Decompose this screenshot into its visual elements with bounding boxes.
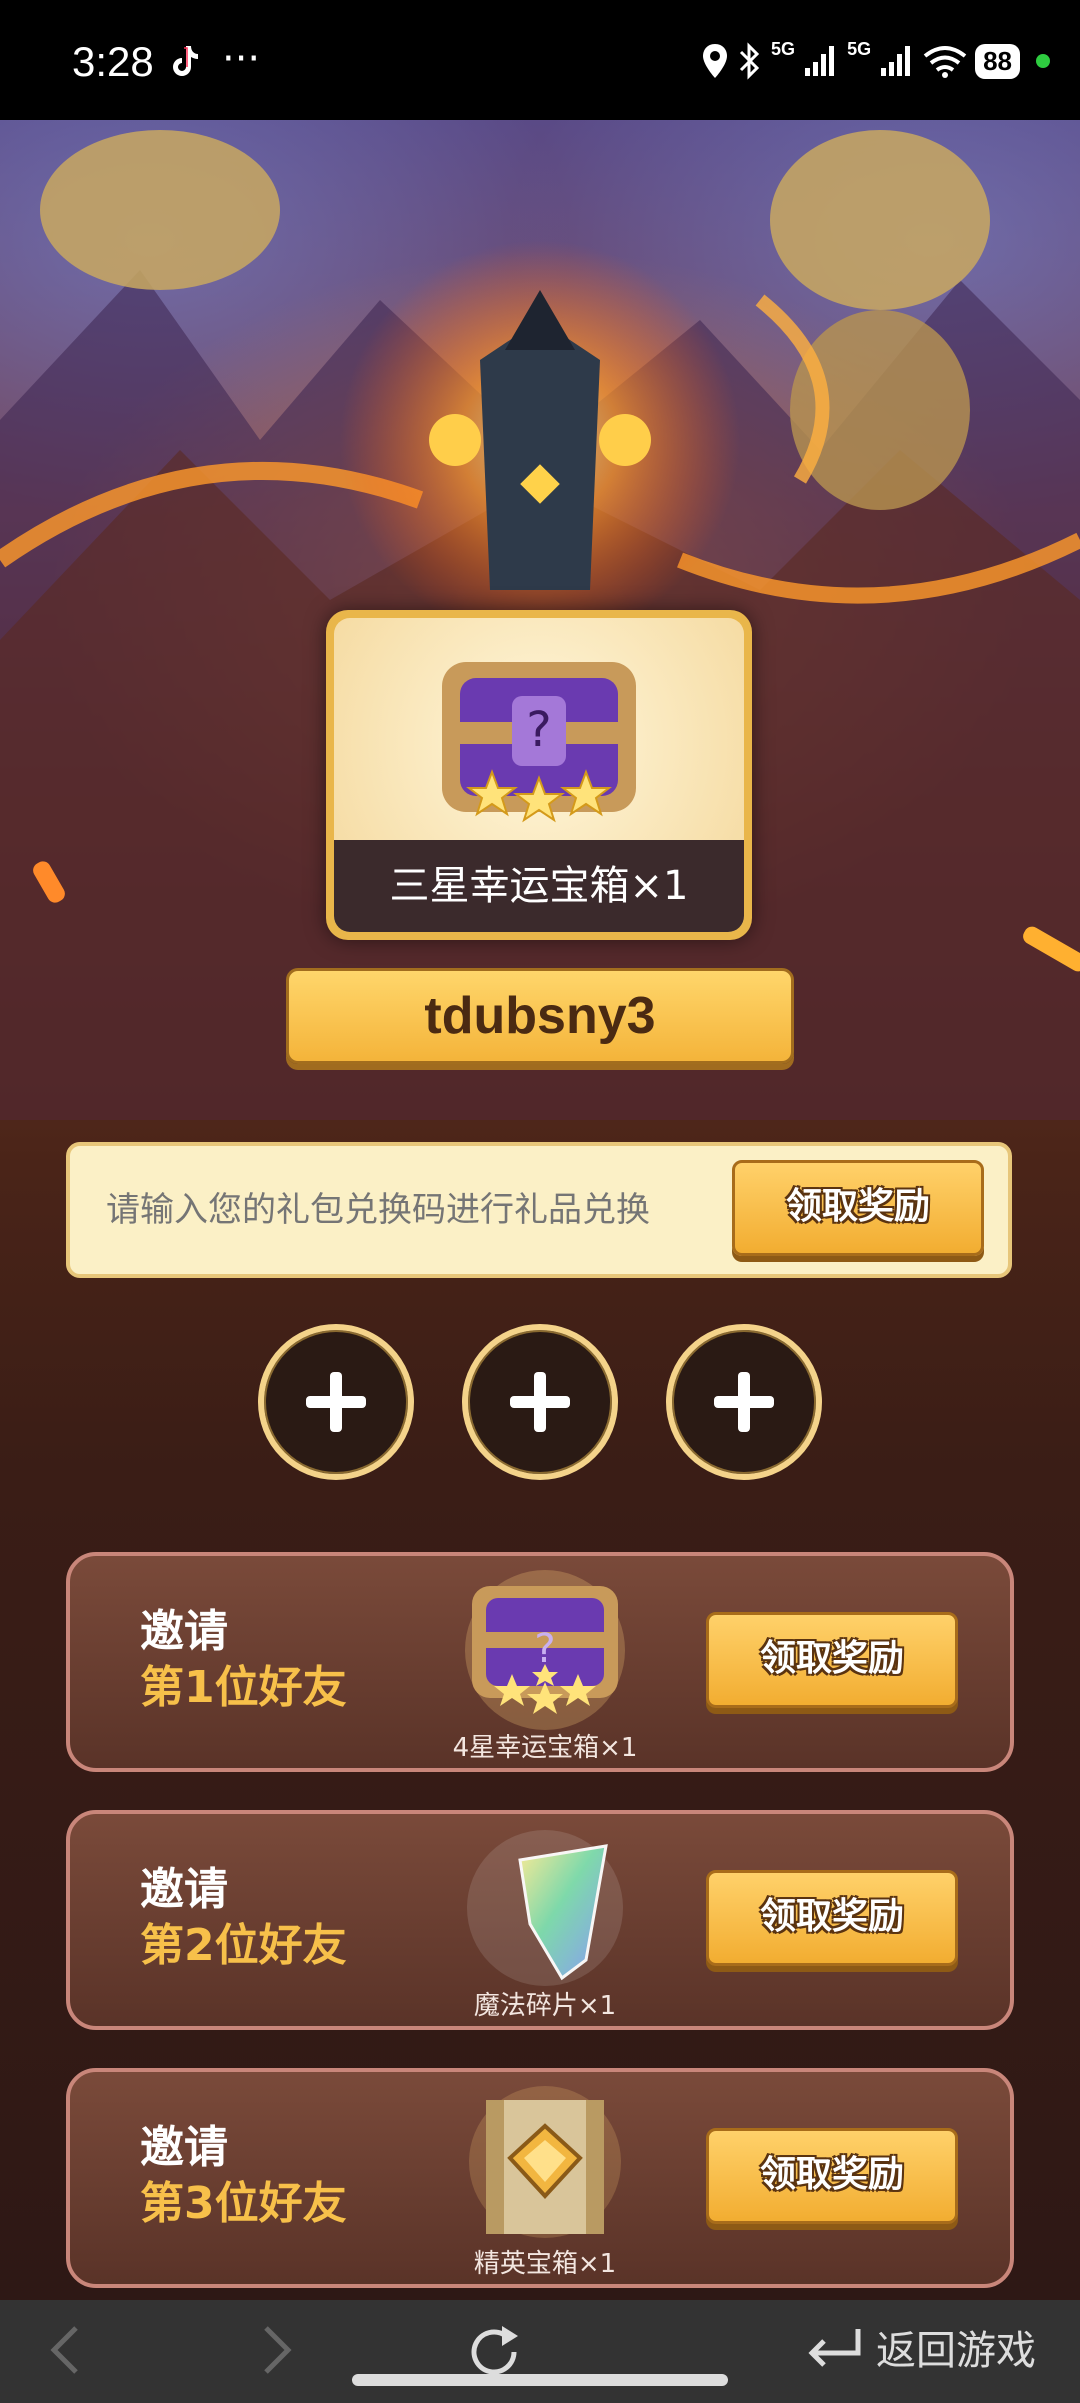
invite-friend-number: 第2位好友	[140, 1920, 347, 1971]
invite-friend-number: 第1位好友	[140, 1662, 347, 1713]
battery-indicator: 88	[975, 43, 1020, 79]
signal-icon	[805, 46, 835, 76]
invite-card-3: 邀请 第3位好友 精英宝箱×1 领取奖励	[66, 2068, 1014, 2288]
invite-label: 邀请	[140, 1864, 228, 1915]
invite-reward-item: ? 4星幸运宝箱×1	[430, 1570, 660, 1770]
three-star-chest-icon: ?	[442, 662, 636, 823]
game-gift-page: ? 三星幸运宝箱×1 tdubsny3 领取奖励 邀请 第1位好友	[0, 120, 1080, 2300]
privacy-indicator-dot	[1036, 54, 1050, 68]
home-indicator[interactable]	[352, 2374, 728, 2386]
invite-reward-label: 魔法碎片×1	[473, 1991, 617, 2021]
elite-chest-icon	[469, 2086, 621, 2238]
invite-card-1: 邀请 第1位好友 ? 4星幸运宝箱×1 领取奖励	[66, 1552, 1014, 1772]
back-arrow-icon[interactable]	[46, 2320, 86, 2380]
plus-icon	[306, 1372, 366, 1432]
redeem-code-bar: 领取奖励	[66, 1142, 1012, 1278]
return-to-game-label: 返回游戏	[876, 2328, 1036, 2374]
forward-arrow-icon[interactable]	[256, 2320, 296, 2380]
invite-slot-3-add-button[interactable]	[666, 1324, 822, 1480]
invite-label: 邀请	[140, 2122, 228, 2173]
plus-icon	[714, 1372, 774, 1432]
username-button[interactable]: tdubsny3	[286, 968, 794, 1064]
wifi-icon	[923, 46, 967, 78]
network-5g-label: 5G	[771, 38, 796, 59]
redeem-code-input[interactable]	[106, 1146, 686, 1274]
signal-icon-2	[881, 46, 911, 76]
invite-card-title: 邀请 第2位好友	[140, 1862, 347, 1974]
invite-label: 邀请	[140, 1606, 228, 1657]
invite-card-title: 邀请 第3位好友	[140, 2120, 347, 2232]
bluetooth-icon	[739, 42, 760, 80]
invite-slot-1-add-button[interactable]	[258, 1324, 414, 1480]
more-notifications-icon: ···	[222, 36, 261, 82]
network-5g-label-2: 5G	[847, 38, 872, 59]
invite-2-claim-button[interactable]: 领取奖励	[706, 1870, 958, 1966]
main-reward-caption: 三星幸运宝箱×1	[334, 840, 744, 932]
return-icon	[808, 2329, 861, 2367]
plus-icon	[510, 1372, 570, 1432]
main-reward-card: ? 三星幸运宝箱×1	[326, 610, 752, 940]
invite-slots	[258, 1324, 822, 1484]
browser-nav-bar: 返回游戏	[0, 2300, 1080, 2403]
invite-3-claim-button[interactable]: 领取奖励	[706, 2128, 958, 2224]
invite-1-claim-button[interactable]: 领取奖励	[706, 1612, 958, 1708]
svg-text:?: ?	[526, 702, 551, 758]
return-to-game-button[interactable]: 返回游戏	[802, 2318, 1036, 2376]
status-time: 3:28	[72, 38, 154, 85]
invite-reward-item: 魔法碎片×1	[430, 1828, 660, 2028]
invite-reward-label: 4星幸运宝箱×1	[452, 1733, 638, 1763]
invite-slot-2-add-button[interactable]	[462, 1324, 618, 1480]
invite-reward-label: 精英宝箱×1	[473, 2249, 617, 2279]
invite-reward-item: 精英宝箱×1	[430, 2086, 660, 2286]
tiktok-icon	[173, 46, 198, 76]
four-star-chest-icon: ?	[465, 1570, 625, 1730]
invite-friend-number: 第3位好友	[140, 2178, 347, 2229]
redeem-claim-button[interactable]: 领取奖励	[732, 1160, 984, 1256]
status-bar: 3:28 ··· 5G 5G 88	[0, 0, 1080, 120]
invite-card-title: 邀请 第1位好友	[140, 1604, 347, 1716]
location-icon	[703, 44, 728, 78]
magic-shard-icon	[467, 1830, 623, 1986]
invite-card-2: 邀请 第2位好友 魔法碎片×1 领取奖励	[66, 1810, 1014, 2030]
